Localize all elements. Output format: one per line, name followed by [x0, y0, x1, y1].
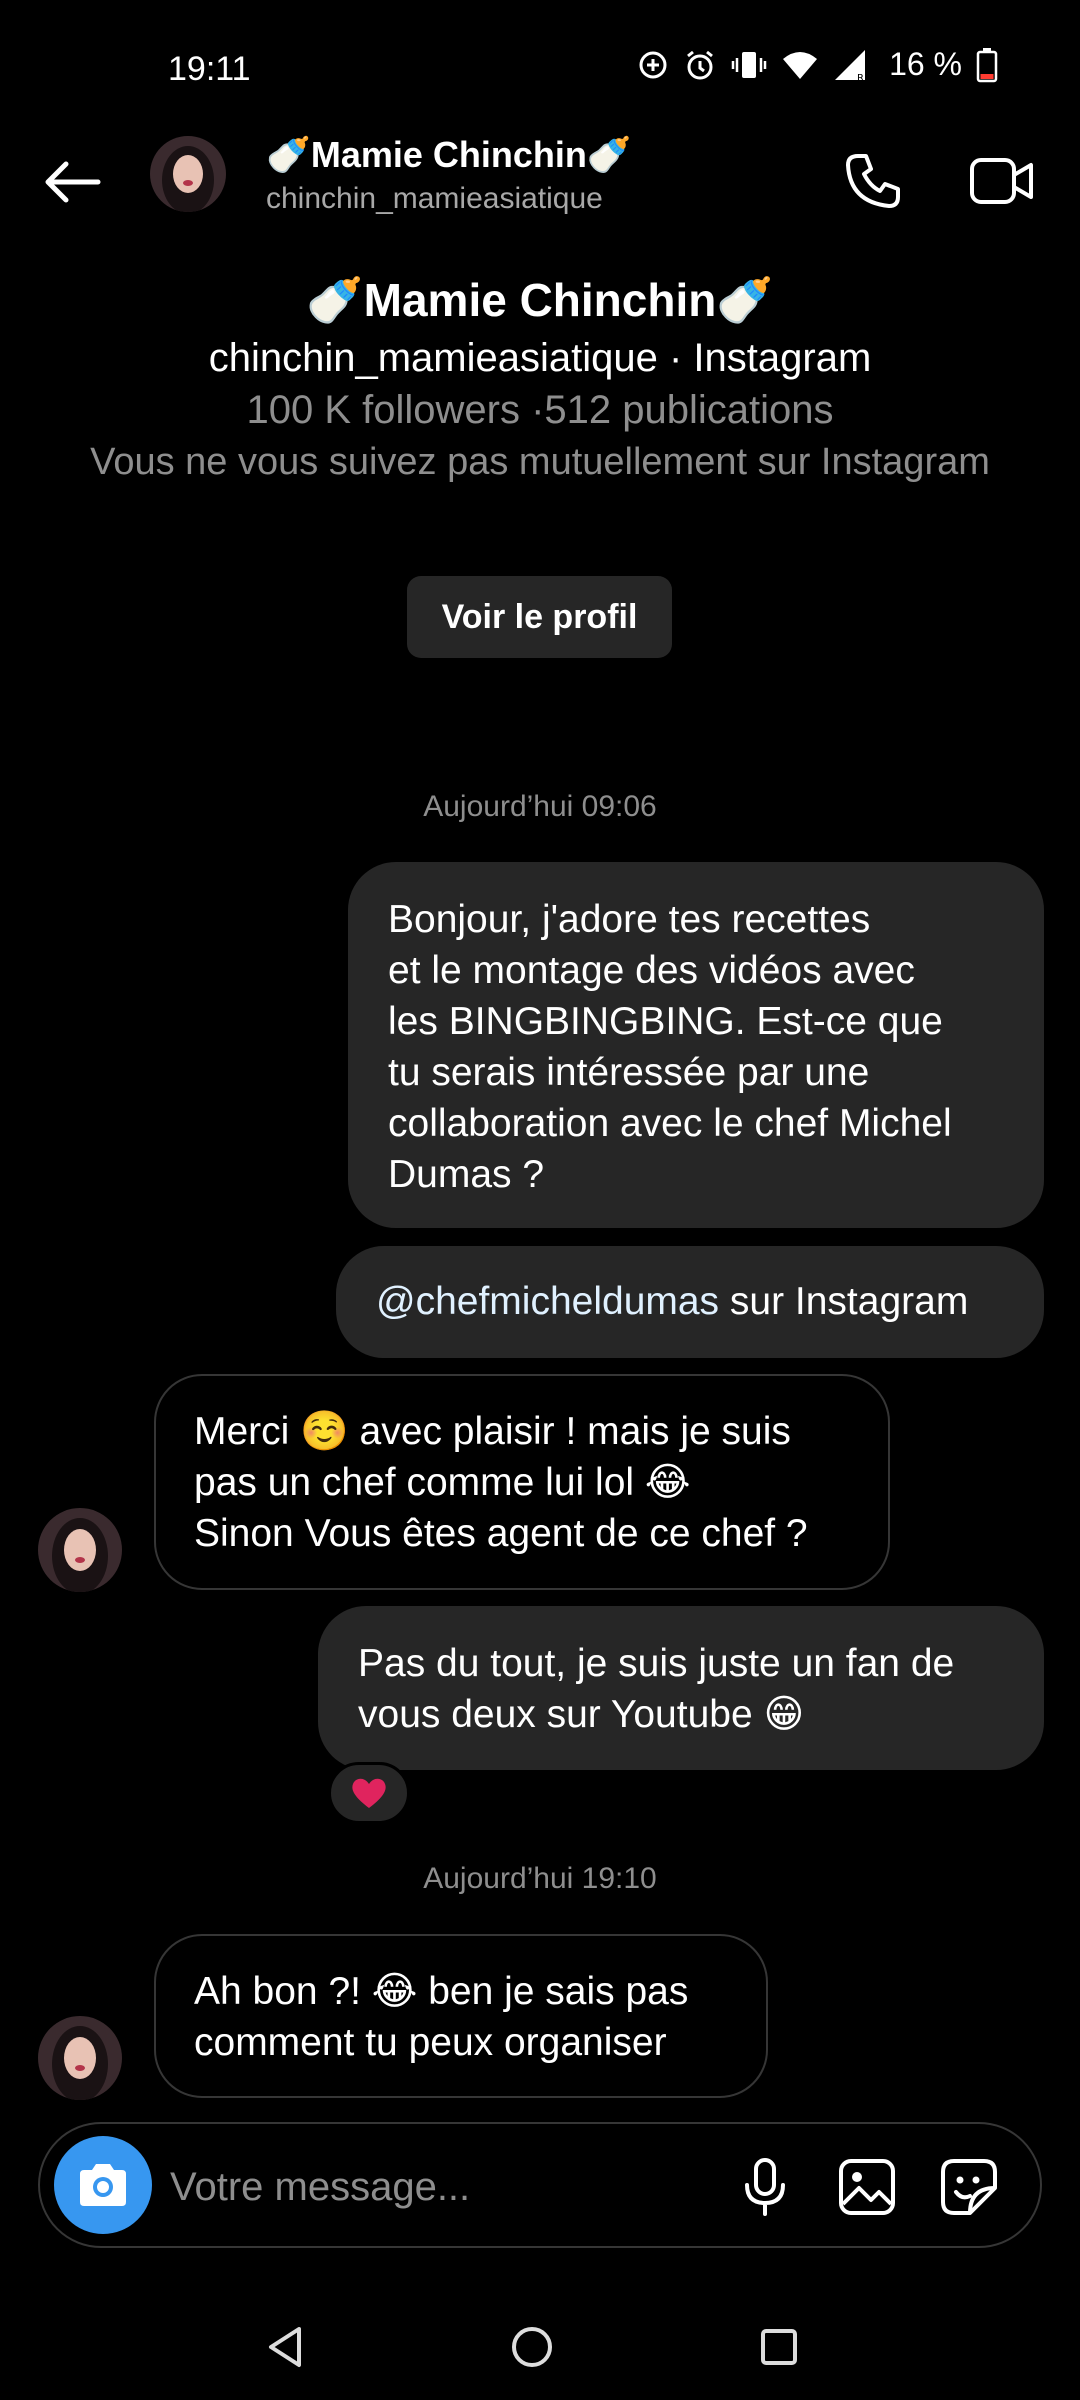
status-icons: R 16 % — [637, 46, 998, 83]
view-profile-button[interactable]: Voir le profil — [407, 576, 672, 658]
message-line: comment tu peux organiser — [194, 2021, 667, 2064]
profile-photo-icon — [38, 1508, 122, 1592]
message-line: pas un chef comme lui lol 😂 — [194, 1461, 691, 1504]
message-timestamp: Aujourd’hui 09:06 — [423, 790, 657, 823]
message-line: Ah bon ?! 😂 ben je sais pas — [194, 1970, 689, 2013]
data-saver-icon — [637, 49, 669, 81]
heart-reaction[interactable] — [328, 1762, 410, 1824]
wifi-icon — [781, 49, 819, 81]
profile-name: 🍼Mamie Chinchin🍼 — [306, 274, 774, 326]
nav-recents-button[interactable] — [744, 2312, 814, 2382]
microphone-icon — [745, 2158, 785, 2216]
status-bar: 19:11 R 16 % — [0, 0, 1080, 130]
battery-percentage: 16 % — [889, 46, 962, 82]
status-time: 19:11 — [168, 50, 251, 88]
message-line: les BINGBINGBING. Est-ce que — [388, 1000, 943, 1043]
message-line: Merci ☺️ avec plaisir ! mais je suis — [194, 1410, 791, 1453]
avatar[interactable] — [38, 1508, 122, 1592]
system-navigation-bar — [0, 2290, 1080, 2400]
avatar[interactable] — [150, 136, 226, 212]
received-message[interactable]: Ah bon ?! 😂 ben je sais pas comment tu p… — [154, 1934, 768, 2098]
message-line: collaboration avec le chef Michel — [388, 1102, 952, 1145]
gallery-button[interactable] — [832, 2152, 902, 2222]
image-icon — [839, 2159, 895, 2215]
battery-icon — [976, 47, 998, 83]
header-name[interactable]: 🍼Mamie Chinchin🍼 — [266, 134, 632, 176]
header-handle[interactable]: chinchin_mamieasiatique — [266, 182, 603, 216]
camera-button[interactable] — [54, 2136, 152, 2234]
message-line: vous deux sur Youtube 😁 — [358, 1693, 805, 1736]
profile-subtitle: chinchin_mamieasiatique · Instagram — [208, 336, 872, 380]
arrow-left-icon — [45, 161, 101, 203]
square-recents-icon — [761, 2329, 797, 2365]
voice-message-button[interactable] — [730, 2152, 800, 2222]
received-message[interactable]: Merci ☺️ avec plaisir ! mais je suis pas… — [154, 1374, 890, 1590]
back-button[interactable] — [38, 148, 106, 216]
sticker-button[interactable] — [934, 2152, 1004, 2222]
sent-message[interactable]: Pas du tout, je suis juste un fan de vou… — [318, 1606, 1044, 1770]
mention-link[interactable]: @chefmicheldumas — [376, 1280, 719, 1323]
heart-icon — [352, 1778, 386, 1808]
camera-icon — [80, 2164, 126, 2206]
profile-mutual-status: Vous ne vous suivez pas mutuellement sur… — [90, 441, 990, 483]
profile-photo-icon — [150, 136, 226, 212]
message-timestamp: Aujourd’hui 19:10 — [423, 1862, 657, 1895]
message-line: Pas du tout, je suis juste un fan de — [358, 1642, 955, 1685]
message-line: Dumas ? — [388, 1153, 545, 1196]
profile-stats: 100 K followers ·512 publications — [246, 388, 834, 432]
profile-summary: 🍼Mamie Chinchin🍼 chinchin_mamieasiatique… — [0, 270, 1080, 488]
message-line: et le montage des vidéos avec — [388, 949, 915, 992]
signal-icon: R — [833, 48, 869, 82]
svg-text:R: R — [857, 73, 864, 82]
call-button[interactable] — [838, 146, 908, 216]
avatar[interactable] — [38, 2016, 122, 2100]
vibrate-icon — [731, 49, 767, 81]
video-camera-icon — [970, 158, 1033, 204]
message-input[interactable] — [170, 2162, 690, 2212]
sent-message[interactable]: @chefmicheldumas sur Instagram — [336, 1246, 1044, 1358]
sticker-icon — [941, 2159, 997, 2215]
nav-home-button[interactable] — [497, 2312, 567, 2382]
sent-message[interactable]: Bonjour, j'adore tes recettes et le mont… — [348, 862, 1044, 1228]
nav-back-button[interactable] — [250, 2312, 320, 2382]
message-line: Sinon Vous êtes agent de ce chef ? — [194, 1512, 808, 1555]
circle-home-icon — [512, 2327, 552, 2367]
profile-photo-icon — [38, 2016, 122, 2100]
alarm-icon — [683, 48, 717, 82]
chat-header: 🍼Mamie Chinchin🍼 chinchin_mamieasiatique — [0, 130, 1080, 240]
message-text: sur Instagram — [719, 1280, 969, 1323]
phone-icon — [846, 154, 900, 208]
message-composer — [38, 2122, 1042, 2248]
message-line: tu serais intéressée par une — [388, 1051, 870, 1094]
triangle-back-icon — [269, 2327, 301, 2367]
video-call-button[interactable] — [962, 146, 1042, 216]
message-line: Bonjour, j'adore tes recettes — [388, 898, 871, 941]
